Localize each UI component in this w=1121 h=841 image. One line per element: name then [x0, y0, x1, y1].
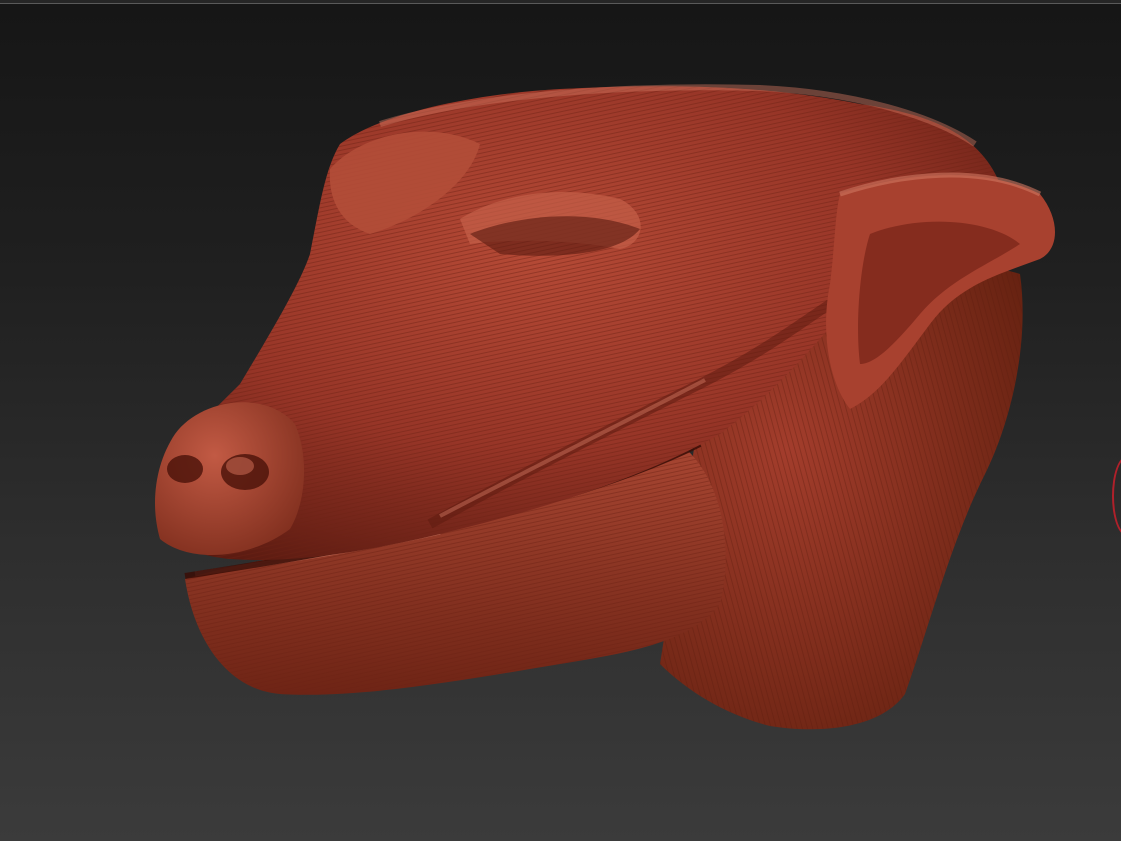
nostril-left	[167, 455, 203, 483]
snout	[155, 402, 305, 556]
sculpted-head-model[interactable]	[0, 4, 1121, 841]
canvas-viewport[interactable]	[0, 4, 1121, 841]
sculpt-app	[0, 0, 1121, 841]
